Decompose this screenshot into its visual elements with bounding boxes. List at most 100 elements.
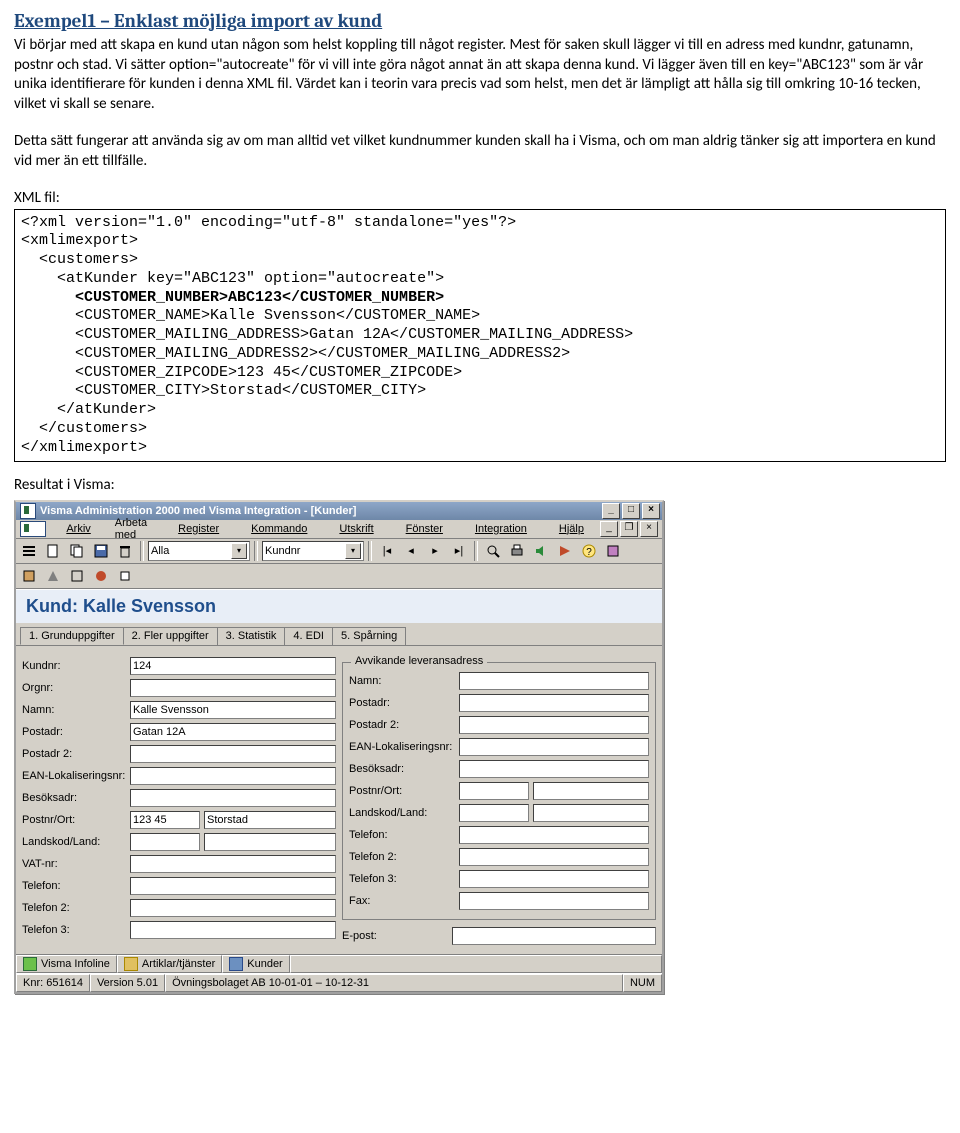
tab-edi[interactable]: 4. EDI bbox=[284, 627, 333, 645]
arrow-icon[interactable] bbox=[554, 540, 576, 562]
tab-fler-uppgifter[interactable]: 2. Fler uppgifter bbox=[123, 627, 218, 645]
postadr-field[interactable]: Gatan 12A bbox=[130, 723, 336, 741]
r-postadr-field[interactable] bbox=[459, 694, 649, 712]
tool2-icon2[interactable] bbox=[42, 565, 64, 587]
maximize-button[interactable]: □ bbox=[622, 503, 640, 519]
tool2-icon1[interactable] bbox=[18, 565, 40, 587]
kundnr-label: Kundnr: bbox=[22, 660, 130, 672]
minimize-button[interactable]: _ bbox=[602, 503, 620, 519]
visma-window: Visma Administration 2000 med Visma Inte… bbox=[14, 500, 664, 994]
filter-combo[interactable]: Alla▾ bbox=[148, 541, 250, 561]
list-icon[interactable] bbox=[18, 540, 40, 562]
r-postadr2-label: Postadr 2: bbox=[349, 719, 459, 731]
help-icon[interactable]: ? bbox=[578, 540, 600, 562]
r-tel3-field[interactable] bbox=[459, 870, 649, 888]
delete-icon[interactable] bbox=[114, 540, 136, 562]
square-icon bbox=[229, 957, 243, 971]
landkod-field[interactable] bbox=[130, 833, 200, 851]
mdi-minimize-button[interactable]: _ bbox=[600, 521, 618, 537]
menu-arkiv[interactable]: Arkiv bbox=[50, 522, 106, 536]
search-icon[interactable] bbox=[482, 540, 504, 562]
menu-hjalp[interactable]: Hjälp bbox=[543, 522, 600, 536]
postnr-field[interactable]: 123 45 bbox=[130, 811, 200, 829]
r-landkod-field[interactable] bbox=[459, 804, 529, 822]
print-icon[interactable] bbox=[506, 540, 528, 562]
r-ean-field[interactable] bbox=[459, 738, 649, 756]
r-namn-field[interactable] bbox=[459, 672, 649, 690]
status-num: NUM bbox=[623, 974, 662, 992]
tool2-icon5[interactable] bbox=[114, 565, 136, 587]
kundnr-field[interactable]: 124 bbox=[130, 657, 336, 675]
r-besok-field[interactable] bbox=[459, 760, 649, 778]
r-tel-field[interactable] bbox=[459, 826, 649, 844]
tab-grunduppgifter[interactable]: 1. Grunduppgifter bbox=[20, 627, 124, 645]
square-icon bbox=[23, 957, 37, 971]
status-spacer bbox=[290, 955, 662, 973]
r-ort-field[interactable] bbox=[533, 782, 649, 800]
book-icon[interactable] bbox=[602, 540, 624, 562]
tel3-label: Telefon 3: bbox=[22, 924, 130, 936]
toolbar-2 bbox=[16, 564, 662, 589]
ort-field[interactable]: Storstad bbox=[204, 811, 336, 829]
menu-register[interactable]: Register bbox=[162, 522, 235, 536]
besok-field[interactable] bbox=[130, 789, 336, 807]
tab-sparning[interactable]: 5. Spårning bbox=[332, 627, 406, 645]
menu-kommando[interactable]: Kommando bbox=[235, 522, 323, 536]
menu-fonster[interactable]: Fönster bbox=[390, 522, 459, 536]
tel-field[interactable] bbox=[130, 877, 336, 895]
tab-statistik[interactable]: 3. Statistik bbox=[217, 627, 286, 645]
tel3-field[interactable] bbox=[130, 921, 336, 939]
new-icon[interactable] bbox=[42, 540, 64, 562]
status-tab-kunder[interactable]: Kunder bbox=[222, 955, 289, 973]
r-postnrort-label: Postnr/Ort: bbox=[349, 785, 459, 797]
orgnr-field[interactable] bbox=[130, 679, 336, 697]
r-epost-label: E-post: bbox=[342, 930, 452, 942]
app-icon bbox=[20, 503, 36, 519]
besok-label: Besöksadr: bbox=[22, 792, 130, 804]
last-icon[interactable]: ▸| bbox=[448, 540, 470, 562]
menu-arbeta-med[interactable]: Arbeta med bbox=[107, 516, 162, 542]
vat-field[interactable] bbox=[130, 855, 336, 873]
tool2-icon4[interactable] bbox=[90, 565, 112, 587]
r-tel2-field[interactable] bbox=[459, 848, 649, 866]
menu-integration[interactable]: Integration bbox=[459, 522, 543, 536]
sort-combo[interactable]: Kundnr▾ bbox=[262, 541, 364, 561]
r-land-label: Landskod/Land: bbox=[349, 807, 459, 819]
result-label: Resultat i Visma: bbox=[14, 476, 946, 496]
statusbar-bottom: Knr: 651614 Version 5.01 Övningsbolaget … bbox=[16, 973, 662, 992]
r-postadr-label: Postadr: bbox=[349, 697, 459, 709]
tool2-icon3[interactable] bbox=[66, 565, 88, 587]
status-version: Version 5.01 bbox=[90, 974, 165, 992]
r-land-field[interactable] bbox=[533, 804, 649, 822]
ean-field[interactable] bbox=[130, 767, 336, 785]
toolbar-1: Alla▾ Kundnr▾ |◂ ◂ ▸ ▸| ? bbox=[16, 539, 662, 564]
statusbar-tabs: Visma Infoline Artiklar/tjänster Kunder bbox=[16, 954, 662, 973]
close-button[interactable]: × bbox=[642, 503, 660, 519]
r-epost-field[interactable] bbox=[452, 927, 656, 945]
postadr2-field[interactable] bbox=[130, 745, 336, 763]
status-tab-infoline[interactable]: Visma Infoline bbox=[16, 955, 117, 973]
next-icon[interactable]: ▸ bbox=[424, 540, 446, 562]
form-area: Kundnr:124 Orgnr: Namn:Kalle Svensson Po… bbox=[16, 646, 662, 954]
r-postnr-field[interactable] bbox=[459, 782, 529, 800]
r-besok-label: Besöksadr: bbox=[349, 763, 459, 775]
r-fax-field[interactable] bbox=[459, 892, 649, 910]
land-field[interactable] bbox=[204, 833, 336, 851]
copy-icon[interactable] bbox=[66, 540, 88, 562]
menu-utskrift[interactable]: Utskrift bbox=[323, 522, 389, 536]
mdi-close-button[interactable]: × bbox=[640, 521, 658, 537]
status-tab-artiklar[interactable]: Artiklar/tjänster bbox=[117, 955, 222, 973]
postadr2-label: Postadr 2: bbox=[22, 748, 130, 760]
first-icon[interactable]: |◂ bbox=[376, 540, 398, 562]
section-heading: Exempel1 – Enklast möjliga import av kun… bbox=[14, 10, 946, 32]
namn-field[interactable]: Kalle Svensson bbox=[130, 701, 336, 719]
r-postadr2-field[interactable] bbox=[459, 716, 649, 734]
tel2-field[interactable] bbox=[130, 899, 336, 917]
namn-label: Namn: bbox=[22, 704, 130, 716]
save-icon[interactable] bbox=[90, 540, 112, 562]
orgnr-label: Orgnr: bbox=[22, 682, 130, 694]
prev-icon[interactable]: ◂ bbox=[400, 540, 422, 562]
mdi-restore-button[interactable]: ❐ bbox=[620, 521, 638, 537]
sound-icon[interactable] bbox=[530, 540, 552, 562]
postadr-label: Postadr: bbox=[22, 726, 130, 738]
